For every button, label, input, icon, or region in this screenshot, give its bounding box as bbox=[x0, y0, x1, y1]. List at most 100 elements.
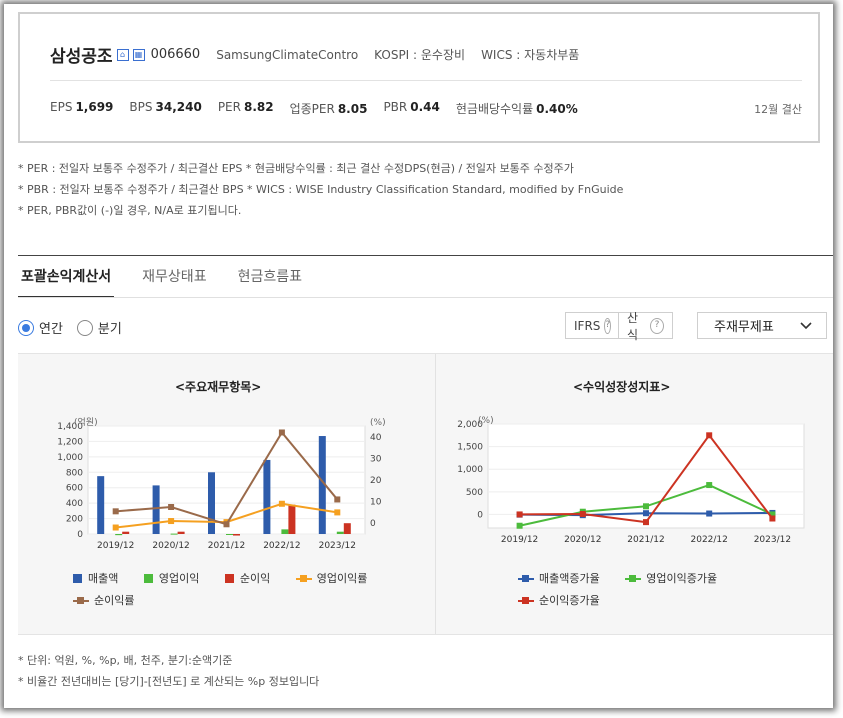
metric-per: PER 8.82 bbox=[217, 100, 274, 114]
company-english-name: SamsungClimateContro bbox=[216, 47, 359, 62]
legend-swatch bbox=[518, 596, 534, 605]
note-line: * PER, PBR값이 (-)일 경우, N/A로 표기됩니다. bbox=[18, 204, 242, 217]
statement-tabs: 포괄손익계산서 재무상태표 현금흐름표 bbox=[18, 266, 330, 298]
data-point bbox=[706, 510, 713, 517]
x-tick-label: 2019/12 bbox=[97, 541, 134, 551]
data-point bbox=[112, 508, 119, 515]
main-items-legend: 매출액 영업이익 순이익 영업이익률 순이익률 bbox=[73, 570, 413, 614]
tabs-underline bbox=[18, 297, 833, 298]
bar bbox=[152, 485, 160, 534]
data-point bbox=[706, 482, 713, 489]
period-selector: 연간 분기 bbox=[18, 318, 136, 337]
home-icon[interactable]: ⌂ bbox=[116, 48, 129, 61]
chevron-down-icon bbox=[800, 321, 812, 329]
x-tick-label: 2021/12 bbox=[627, 535, 664, 545]
legend-swatch bbox=[295, 574, 312, 583]
x-tick-label: 2022/12 bbox=[263, 541, 300, 551]
legend-swatch bbox=[73, 596, 89, 605]
y-tick-label-left: 1,000 bbox=[57, 453, 83, 463]
note-line: * PER : 전일자 보통주 수정주가 / 최근결산 EPS * 현금배당수익… bbox=[18, 162, 574, 175]
data-point bbox=[168, 504, 175, 510]
page-frame: 삼성공조 ⌂ ▦ 006660 SamsungClimateContro KOS… bbox=[4, 4, 833, 708]
tab-balance-sheet[interactable]: 재무상태표 bbox=[139, 266, 209, 298]
y-tick-label-right: 20 bbox=[370, 476, 382, 486]
charts-panel: <주요재무항목> 0 200 400 600 800 1,000 1,200 1,400 0 10… bbox=[18, 353, 833, 635]
legend-op-margin[interactable]: 영업이익률 bbox=[295, 570, 367, 586]
x-tick-label: 2022/12 bbox=[691, 535, 728, 545]
ifrs-option[interactable]: IFRS? bbox=[565, 312, 619, 339]
chart-divider bbox=[435, 354, 436, 634]
legend-net-profit[interactable]: 순이익 bbox=[224, 570, 270, 586]
growth-chart: 05001,0001,5002,000(%)2019/12 2020/12 2021… bbox=[457, 416, 805, 545]
annual-label[interactable]: 연간 bbox=[39, 318, 63, 337]
metric-pbr: PBR 0.44 bbox=[383, 100, 440, 114]
bar bbox=[281, 529, 289, 534]
bar bbox=[115, 534, 123, 536]
metric-industry-per: 업종PER 8.05 bbox=[289, 102, 368, 116]
data-point bbox=[168, 518, 175, 525]
summary-divider bbox=[50, 80, 802, 81]
data-point bbox=[334, 509, 341, 516]
chart-title-growth: <수익성장성지표> bbox=[573, 380, 671, 394]
legend-swatch bbox=[73, 573, 82, 583]
main-items-chart: 02004006008001,0001,2001,400010203040(억원… bbox=[57, 416, 386, 551]
y-tick-label-left: 200 bbox=[66, 515, 83, 525]
footer-note: * 단위: 억원, %, %p, 배, 천주, 분기:순액기준 bbox=[18, 654, 233, 667]
data-point bbox=[516, 511, 523, 518]
legend-revenue-growth[interactable]: 매출액증가율 bbox=[518, 570, 600, 586]
legend-swatch bbox=[224, 573, 234, 583]
metric-dividend-yield: 현금배당수익률 0.40% bbox=[455, 102, 578, 116]
legend-net-margin[interactable]: 순이익률 bbox=[73, 592, 134, 608]
legend-swatch bbox=[143, 573, 153, 583]
x-tick-label: 2019/12 bbox=[501, 535, 538, 545]
y-tick-label-left: 800 bbox=[66, 468, 83, 478]
bar bbox=[177, 531, 185, 534]
y-tick-label-left: 600 bbox=[66, 484, 83, 494]
legend-net-growth[interactable]: 순이익증가율 bbox=[518, 592, 600, 608]
market-sector: KOSPI : 운수장비 bbox=[374, 48, 466, 62]
help-icon[interactable]: ? bbox=[604, 317, 612, 334]
tab-cash-flow[interactable]: 현금흐름표 bbox=[235, 266, 305, 298]
chart-title-main-items: <주요재무항목> bbox=[175, 380, 262, 394]
bar bbox=[336, 531, 344, 534]
data-point bbox=[643, 503, 649, 510]
growth-legend: 매출액증가율 영업이익증가율 순이익증가율 bbox=[518, 570, 818, 614]
y-tick-label-right: 40 bbox=[370, 433, 382, 443]
statement-select[interactable]: 주재무제표 bbox=[697, 312, 827, 339]
quarter-radio[interactable] bbox=[76, 319, 93, 336]
bar bbox=[263, 459, 271, 534]
y-axis-label-right: (%) bbox=[370, 418, 386, 428]
data-point bbox=[223, 521, 230, 528]
data-point bbox=[278, 429, 285, 436]
metric-eps: EPS 1,699 bbox=[50, 100, 114, 114]
formula-option[interactable]: 산식? bbox=[618, 311, 673, 342]
legend-op-profit[interactable]: 영업이익 bbox=[143, 570, 199, 586]
x-tick-label: 2023/12 bbox=[319, 541, 356, 551]
help-icon[interactable]: ? bbox=[649, 317, 664, 334]
metric-bps: BPS 34,240 bbox=[129, 100, 202, 114]
y-tick-label-left: 0 bbox=[77, 530, 83, 540]
legend-op-growth[interactable]: 영업이익증가율 bbox=[625, 570, 717, 586]
tab-income-statement[interactable]: 포괄손익계산서 bbox=[18, 266, 115, 298]
y-tick-label-right: 30 bbox=[370, 454, 382, 464]
bar bbox=[97, 476, 105, 534]
data-point bbox=[112, 524, 119, 531]
data-point bbox=[278, 500, 285, 507]
annual-radio[interactable] bbox=[18, 319, 34, 336]
y-tick-label-right: 0 bbox=[370, 519, 376, 529]
quarter-label[interactable]: 분기 bbox=[98, 318, 122, 337]
footer-note: * 비율간 전년대비는 [당기]-[전년도] 로 계산되는 %p 정보입니다 bbox=[18, 675, 320, 688]
metrics-row: EPS 1,699 BPS 34,240 PER 8.82 업종PER 8.05 PBR… bbox=[50, 100, 594, 117]
data-point bbox=[579, 510, 586, 517]
bar bbox=[288, 504, 296, 534]
building-icon[interactable]: ▦ bbox=[132, 48, 145, 61]
bar bbox=[208, 472, 215, 534]
company-summary: 삼성공조 ⌂ ▦ 006660 SamsungClimateContro KOS… bbox=[18, 12, 820, 143]
bar bbox=[226, 534, 233, 535]
company-code: 006660 bbox=[150, 47, 201, 62]
legend-revenue[interactable]: 매출액 bbox=[73, 570, 118, 586]
y-tick-label-left: 400 bbox=[66, 499, 83, 509]
x-tick-label: 2020/12 bbox=[152, 541, 189, 551]
bar bbox=[170, 533, 178, 535]
legend-swatch bbox=[518, 574, 534, 583]
